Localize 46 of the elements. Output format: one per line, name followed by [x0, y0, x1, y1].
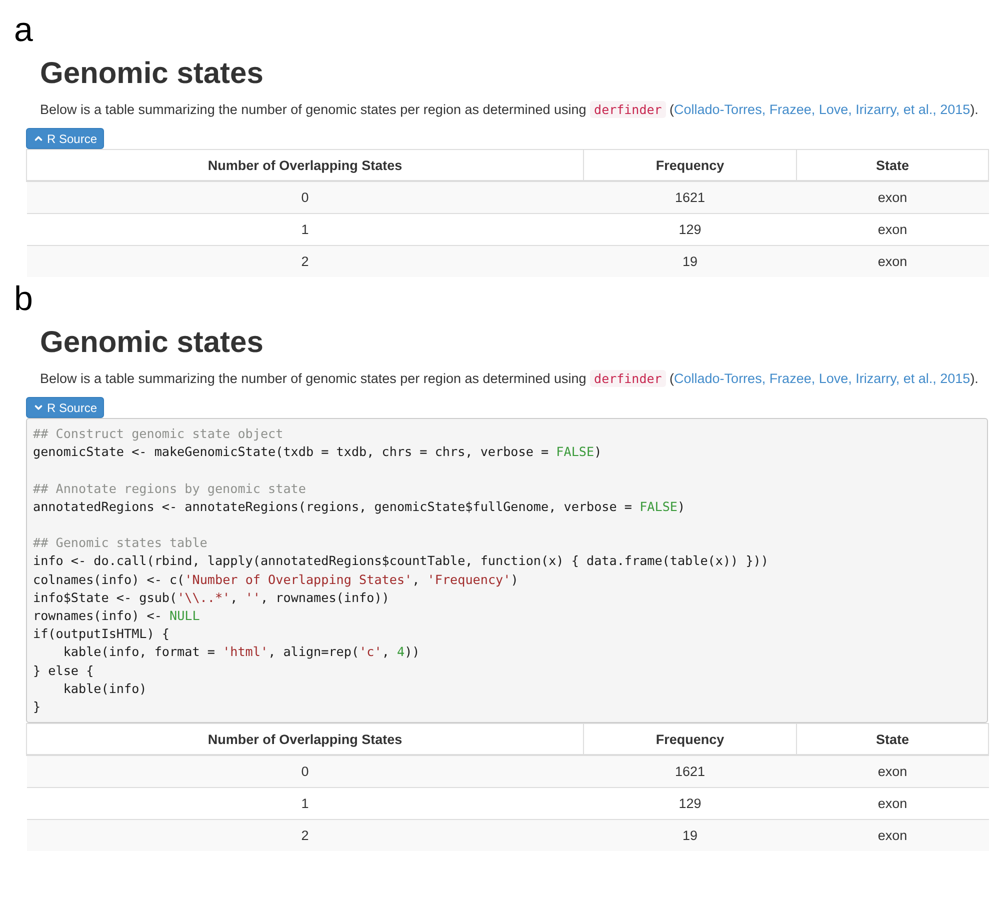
code-line: ## Annotate regions by genomic state	[33, 480, 307, 498]
table-cell: 1	[26, 788, 584, 820]
table-cell: exon	[796, 755, 988, 788]
citation-link[interactable]: 2015	[940, 371, 970, 386]
table-cell: 1621	[584, 755, 796, 788]
section-heading: Genomic states	[40, 56, 264, 92]
citation-link[interactable]: Collado-Torres, Frazee, Love, Irizarry, et al.,	[674, 371, 936, 386]
r-source-button[interactable]: R Source	[26, 128, 104, 149]
code-line: if(outputIsHTML) {	[33, 625, 170, 644]
table-cell: 19	[584, 246, 796, 277]
intro-paragraph: Below is a table summarizing the number of genomic states per region as determined using derfinder (Collado-Torres, Frazee, Love, Irizarry, et al., 2015).	[40, 369, 980, 389]
table-cell: 19	[584, 820, 796, 852]
table-cell: 0	[26, 181, 584, 214]
chevron-up-icon	[33, 133, 44, 144]
code-line: annotatedRegions <- annotateRegions(regions, genomicState$fullGenome, verbose = FALSE)	[33, 498, 686, 516]
table-cell: 129	[584, 788, 796, 820]
code-line: colnames(info) <- c('Number of Overlapping States', 'Frequency')	[33, 570, 520, 589]
panel-label: a	[14, 12, 34, 48]
code-line: kable(info)	[62, 680, 148, 698]
code-line: rownames(info) <- NULL	[33, 607, 201, 625]
table-cell: exon	[796, 246, 988, 277]
citation-link[interactable]: Collado-Torres, Frazee, Love, Irizarry, et al.,	[674, 102, 936, 117]
code-line: }	[33, 698, 42, 716]
table-cell: 0	[26, 755, 584, 788]
citation-link[interactable]: 2015	[940, 102, 970, 117]
chevron-down-icon	[33, 402, 44, 413]
table-cell: exon	[796, 788, 988, 820]
table-cell: exon	[796, 181, 988, 214]
table-cell: exon	[796, 214, 988, 246]
code-line: info$State <- gsub('\\..*', '', rownames(info))	[33, 588, 390, 607]
code-line: } else {	[33, 662, 95, 680]
table-cell: 1621	[584, 181, 796, 214]
table-cell: exon	[796, 820, 988, 852]
section-heading: Genomic states	[40, 325, 264, 361]
table-cell: 129	[584, 214, 796, 246]
panel-label: b	[14, 281, 34, 317]
table-cell: 2	[26, 246, 584, 277]
intro-paragraph: Below is a table summarizing the number of genomic states per region as determined using derfinder (Collado-Torres, Frazee, Love, Irizarry, et al., 2015).	[40, 100, 980, 120]
r-source-button[interactable]: R Source	[26, 397, 104, 418]
code-line: ## Construct genomic state object	[33, 425, 284, 443]
code-line: ## Genomic states table	[33, 534, 208, 552]
code-line: info <- do.call(rbind, lapply(annotatedRegions$countTable, function(x) { data.frame(table(x)) }))	[33, 552, 770, 570]
table-cell: 1	[26, 214, 584, 246]
code-line: genomicState <- makeGenomicState(txdb = txdb, chrs = chrs, verbose = FALSE)	[33, 443, 603, 462]
code-line: kable(info, format = 'html', align=rep('c', 4))	[62, 643, 421, 662]
table-cell: 2	[26, 820, 584, 852]
